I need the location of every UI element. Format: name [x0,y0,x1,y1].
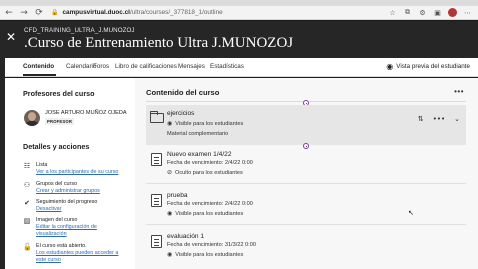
tab-mensajes[interactable]: Mensajes [178,63,205,70]
back-icon[interactable]: ← [3,7,15,19]
item-description: Material complementario [167,131,229,137]
detail-link[interactable]: Crear y administrar grupos [36,188,100,194]
item-actions: ⇅ ••• ⌄ [418,115,460,123]
roster-icon: ☷ [23,162,31,170]
teachers-heading: Profesores del curso [23,89,95,98]
groups-icon: ⚇ [23,181,31,189]
course-tabs: Contenido Calendario Foros Libro de cali… [5,58,478,77]
menu-icon[interactable]: ⋯ [463,9,472,17]
detail-link[interactable]: Los estudiantes pueden acceder a [36,250,118,256]
list-item-prueba[interactable]: prueba Fecha de vencimiento: 2/4/22 0:00… [146,190,466,224]
reorder-icon[interactable]: ⇅ [418,115,424,123]
settings-icon[interactable]: ⚙ [418,9,427,17]
active-tab-indicator [23,74,56,76]
tab-calendario[interactable]: Calendario [66,63,96,70]
detail-link[interactable]: Editar la configuración de [36,224,97,230]
url-host: campusvirtual.duoc.cl [62,9,130,16]
teacher-role-badge: PROFESOR [45,118,75,125]
detail-link[interactable]: Ver a los participantes de su curso [36,169,118,175]
item-name[interactable]: Nuevo examen 1/4/22 [167,151,232,158]
course-content-panel: Contenido del curso ••• ejercicios ◉ Visi… [135,78,478,269]
reload-icon[interactable]: ⟳ [33,7,45,19]
course-details-panel: Profesores del curso JOSE ARTURO MUÑOZ O… [5,78,135,269]
preview-label: Vista previa del estudiante [396,63,470,70]
chevron-down-icon[interactable]: ⌄ [454,115,460,123]
url-path: /ultra/courses/_377818_1/outline [129,9,223,16]
star-icon[interactable]: ☆ [388,9,397,17]
item-name[interactable]: ejercicios [167,110,194,117]
test-icon [151,235,162,248]
lock-icon: 🔒 [51,9,59,16]
tab-estadisticas[interactable]: Estadísticas [210,63,244,70]
item-more-icon[interactable]: ••• [433,115,445,123]
collections-icon[interactable]: ▣ [433,9,442,17]
item-due-date: Fecha de vencimiento: 31/3/22 0:00 [167,242,256,248]
preview-eye-icon: ◉ [386,62,394,71]
details-heading: Detalles y acciones [23,142,90,151]
browser-toolbar: ← → ⟳ 🔒 campusvirtual.duoc.cl /ultra/cou… [0,6,478,20]
detail-link[interactable]: visualización [36,231,67,237]
progress-icon: ✔ [24,199,30,207]
item-status: ⊘ Oculto para los estudiantes [167,169,243,176]
item-due-date: Fecha de vencimiento: 2/4/22 0:00 [167,160,253,166]
list-item-ejercicios[interactable]: ejercicios ◉ Visible para los estudiantes… [146,105,466,145]
detail-title: Seguimiento del progreso [36,199,98,205]
divider [146,183,466,184]
address-bar[interactable]: 🔒 campusvirtual.duoc.cl /ultra/courses/_… [51,8,381,18]
visible-eye-icon: ◉ [167,120,173,127]
image-icon: ▨ [23,217,31,225]
item-status: ◉ Visible para los estudiantes [167,251,244,258]
content-more-icon[interactable]: ••• [454,87,464,96]
close-icon[interactable]: ✕ [4,30,18,44]
detail-title: Imagen del curso [36,217,78,223]
detail-link[interactable]: Desactivar [36,206,61,212]
item-name[interactable]: prueba [167,192,188,199]
test-icon [151,194,162,207]
extensions-icon[interactable]: ⧉ [403,8,412,17]
divider [146,224,466,225]
item-name[interactable]: evaluación 1 [167,233,204,240]
tab-contenido[interactable]: Contenido [23,63,54,70]
app-root: ← → ⟳ 🔒 campusvirtual.duoc.cl /ultra/cou… [0,0,478,269]
teacher-name[interactable]: JOSE ARTURO MUÑOZ OJEDA [45,110,127,116]
item-due-date: Fecha de vencimiento: 2/4/22 0:00 [167,201,253,207]
lock-open-icon: 🔓 [23,243,32,251]
forward-icon[interactable]: → [18,7,30,19]
course-title: .Curso de Entrenamiento Ultra J.MUNOZOJ [24,35,294,51]
toolbar-icons: ☆ ⧉ ⚙ ▣ ⋯ [388,8,472,17]
test-icon [151,153,162,166]
detail-title: Grupos del curso [36,181,78,187]
visible-eye-icon: ◉ [167,251,173,258]
folder-icon [150,111,164,123]
item-status: ◉ Visible para los estudiantes [167,120,244,127]
list-item-evaluacion-1[interactable]: evaluación 1 Fecha de vencimiento: 31/3/… [146,231,466,265]
detail-link[interactable]: este curso [36,257,61,263]
tab-foros[interactable]: Foros [93,63,109,70]
hidden-eye-icon: ⊘ [167,169,173,176]
avatar[interactable] [24,110,40,126]
detail-title: Lista [36,162,48,168]
detail-title: El curso está abierto. [36,243,87,249]
list-item-nuevo-examen[interactable]: Nuevo examen 1/4/22 Fecha de vencimiento… [146,149,466,183]
visible-eye-icon: ◉ [167,210,173,217]
student-preview-button[interactable]: ◉ Vista previa del estudiante [386,62,470,71]
tab-libro-calificaciones[interactable]: Libro de calificaciones [115,63,177,70]
content-heading: Contenido del curso [146,88,220,97]
course-id: CFD_TRAINING_ULTRA_J.MUNOZOJ [24,27,135,34]
item-status: ◉ Visible para los estudiantes [167,210,244,217]
course-header: ✕ CFD_TRAINING_ULTRA_J.MUNOZOJ .Curso de… [0,21,478,58]
profile-avatar[interactable] [448,8,457,17]
